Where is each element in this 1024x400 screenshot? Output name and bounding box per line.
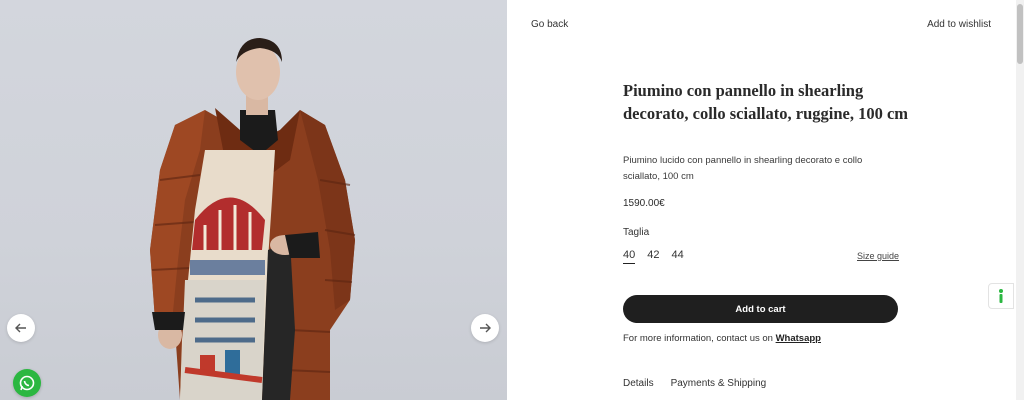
scrollbar-thumb[interactable]	[1017, 4, 1023, 64]
product-info-panel: Go back Add to wishlist Piumino con pann…	[507, 0, 1016, 400]
next-image-button[interactable]	[471, 314, 499, 342]
tab-payments-shipping[interactable]: Payments & Shipping	[671, 378, 767, 389]
product-description: Piumino lucido con pannello in shearling…	[623, 155, 863, 182]
size-option-44[interactable]: 44	[672, 249, 684, 264]
whatsapp-link[interactable]: Whatsapp	[776, 333, 821, 344]
whatsapp-chat-button[interactable]	[13, 369, 41, 397]
product-price: 1590.00€	[623, 198, 665, 209]
contact-text: For more information, contact us on	[623, 333, 776, 344]
size-guide-link[interactable]: Size guide	[857, 251, 899, 261]
add-to-wishlist-link[interactable]: Add to wishlist	[927, 19, 991, 30]
accessibility-icon	[999, 289, 1003, 303]
arrow-left-icon	[15, 323, 26, 333]
product-title: Piumino con pannello in shearling decora…	[623, 81, 909, 123]
page-scrollbar[interactable]	[1016, 0, 1024, 400]
size-selector: 40 42 44	[623, 249, 684, 264]
size-label: Taglia	[623, 227, 650, 238]
info-tabs: Details Payments & Shipping	[623, 378, 766, 389]
go-back-link[interactable]: Go back	[531, 19, 568, 30]
arrow-right-icon	[480, 323, 491, 333]
contact-info: For more information, contact us on What…	[623, 333, 821, 344]
whatsapp-icon	[19, 375, 35, 391]
tab-details[interactable]: Details	[623, 378, 654, 389]
accessibility-button[interactable]	[988, 283, 1014, 309]
product-gallery	[0, 0, 507, 400]
size-option-42[interactable]: 42	[647, 249, 659, 264]
add-to-cart-button[interactable]: Add to cart	[623, 295, 898, 323]
previous-image-button[interactable]	[7, 314, 35, 342]
product-photo	[150, 38, 356, 400]
size-option-40[interactable]: 40	[623, 249, 636, 264]
